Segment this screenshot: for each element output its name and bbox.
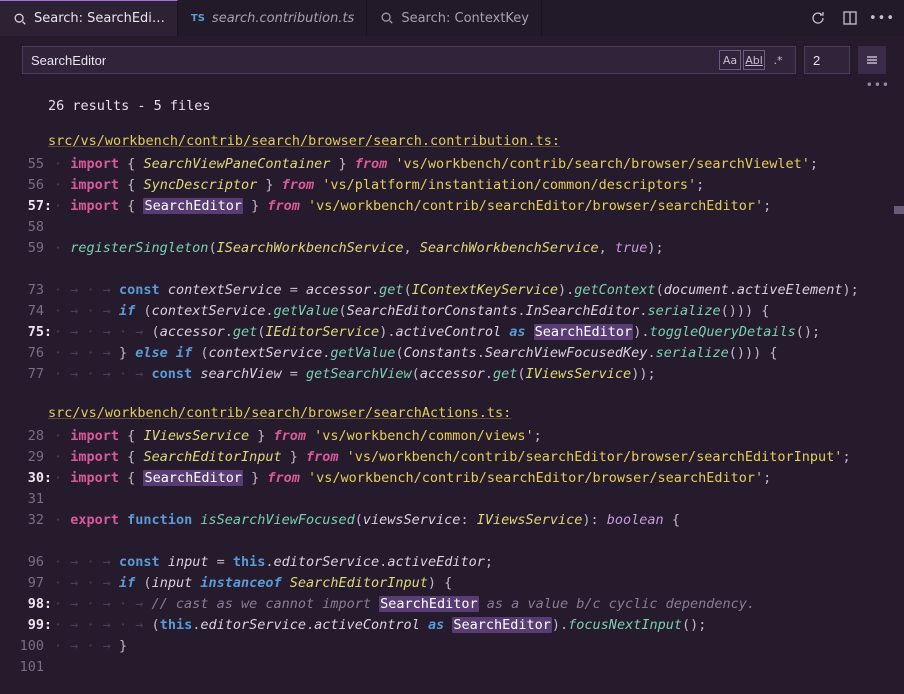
line-number: 28 (10, 426, 54, 447)
tab-search-contextkey[interactable]: Search: ContextKey (367, 0, 542, 36)
line-content: · import { IViewsService } from 'vs/work… (54, 426, 904, 447)
match-word-toggle[interactable]: Abl (743, 50, 765, 70)
result-line[interactable]: 96· → · → const input = this.editorServi… (0, 552, 904, 573)
line-number: 57 (10, 196, 54, 217)
line-number: 75 (10, 322, 54, 343)
line-content: · export function isSearchViewFocused(vi… (54, 510, 904, 531)
line-number: 101 (10, 657, 54, 678)
line-number: 31 (10, 489, 54, 510)
tab-label: Search: SearchEdi… (34, 11, 165, 26)
line-number: 59 (10, 238, 54, 259)
tab-label: Search: ContextKey (401, 11, 529, 26)
line-content: · → · → · → const searchView = getSearch… (54, 364, 904, 385)
line-content: · → · → if (input instanceof SearchEdito… (54, 573, 904, 594)
result-line[interactable]: 76· → · → } else if (contextService.getV… (0, 343, 904, 364)
result-line[interactable]: 59· registerSingleton(ISearchWorkbenchSe… (0, 238, 904, 259)
result-line[interactable]: 55· import { SearchViewPaneContainer } f… (0, 154, 904, 175)
result-line[interactable]: 32· export function isSearchViewFocused(… (0, 510, 904, 531)
line-number: 74 (10, 301, 54, 322)
line-number: 56 (10, 175, 54, 196)
file-header[interactable]: src/vs/workbench/contrib/search/browser/… (0, 403, 904, 426)
tab-label: search.contribution.ts (212, 11, 354, 26)
result-line[interactable]: 98· → · → · → // cast as we cannot impor… (0, 594, 904, 615)
result-line[interactable]: 73· → · → const contextService = accesso… (0, 280, 904, 301)
result-line[interactable]: 74· → · → if (contextService.getValue(Se… (0, 301, 904, 322)
ts-file-icon: TS (190, 10, 206, 26)
line-number: 55 (10, 154, 54, 175)
line-content: · → · → · → // cast as we cannot import … (54, 594, 904, 615)
result-line[interactable]: 99· → · → · → (this.editorService.active… (0, 615, 904, 636)
results-area: 26 results - 5 files src/vs/workbench/co… (0, 94, 904, 678)
result-line[interactable]: 58 (0, 217, 904, 238)
result-line[interactable]: 77· → · → · → const searchView = getSear… (0, 364, 904, 385)
result-line[interactable]: 29· import { SearchEditorInput } from 'v… (0, 447, 904, 468)
more-icon[interactable]: ••• (874, 10, 890, 26)
line-number: 32 (10, 510, 54, 531)
line-number: 76 (10, 343, 54, 364)
result-line[interactable]: 97· → · → if (input instanceof SearchEdi… (0, 573, 904, 594)
result-line[interactable]: 31 (0, 489, 904, 510)
line-content: · registerSingleton(ISearchWorkbenchServ… (54, 238, 904, 259)
search-input[interactable] (31, 53, 717, 68)
search-icon (12, 11, 28, 27)
tab-search-editor[interactable]: Search: SearchEdi… (0, 0, 178, 36)
result-line[interactable]: 57· import { SearchEditor } from 'vs/wor… (0, 196, 904, 217)
refresh-icon[interactable] (810, 10, 826, 26)
line-number: 99 (10, 615, 54, 636)
line-content: · import { SearchEditorInput } from 'vs/… (54, 447, 904, 468)
line-content: · → · → · → (accessor.get(IEditorService… (54, 322, 904, 343)
file-header[interactable]: src/vs/workbench/contrib/search/browser/… (0, 131, 904, 154)
search-input-wrap: Aa Abl .* (22, 46, 796, 74)
editor-tabs: Search: SearchEdi… TS search.contributio… (0, 0, 904, 36)
line-number: 98 (10, 594, 54, 615)
line-content: · import { SearchEditor } from 'vs/workb… (54, 468, 904, 489)
line-content: · → · → } else if (contextService.getVal… (54, 343, 904, 364)
result-line[interactable]: 30· import { SearchEditor } from 'vs/wor… (0, 468, 904, 489)
line-content: · import { SearchEditor } from 'vs/workb… (54, 196, 904, 217)
line-content: · → · → · → (this.editorService.activeCo… (54, 615, 904, 636)
line-content: · import { SyncDescriptor } from 'vs/pla… (54, 175, 904, 196)
line-number: 73 (10, 280, 54, 301)
match-case-toggle[interactable]: Aa (719, 50, 741, 70)
line-content: · → · → if (contextService.getValue(Sear… (54, 301, 904, 322)
line-number: 58 (10, 217, 54, 238)
results-summary: 26 results - 5 files (0, 96, 904, 131)
result-line[interactable]: 56· import { SyncDescriptor } from 'vs/p… (0, 175, 904, 196)
line-number: 97 (10, 573, 54, 594)
more-options-ellipsis[interactable]: ••• (0, 78, 904, 94)
line-number: 96 (10, 552, 54, 573)
search-icon (379, 10, 395, 26)
result-line[interactable]: 28· import { IViewsService } from 'vs/wo… (0, 426, 904, 447)
line-number: 30 (10, 468, 54, 489)
context-lines-input[interactable] (804, 46, 850, 74)
line-content: · → · → const input = this.editorService… (54, 552, 904, 573)
scrollbar-mark (894, 206, 904, 214)
tab-file-ts[interactable]: TS search.contribution.ts (178, 0, 367, 36)
line-content: · → · → const contextService = accessor.… (54, 280, 904, 301)
result-line[interactable]: 101 (0, 657, 904, 678)
line-content: · import { SearchViewPaneContainer } fro… (54, 154, 904, 175)
line-content: · → · → } (54, 636, 904, 657)
regex-toggle[interactable]: .* (767, 50, 789, 70)
line-number: 29 (10, 447, 54, 468)
result-line[interactable]: 100· → · → } (0, 636, 904, 657)
line-number: 100 (10, 636, 54, 657)
tab-actions: ••• (796, 10, 904, 26)
toggle-details-button[interactable] (858, 46, 886, 74)
line-number: 77 (10, 364, 54, 385)
search-header: Aa Abl .* (0, 36, 904, 78)
split-editor-icon[interactable] (842, 10, 858, 26)
result-line[interactable]: 75· → · → · → (accessor.get(IEditorServi… (0, 322, 904, 343)
